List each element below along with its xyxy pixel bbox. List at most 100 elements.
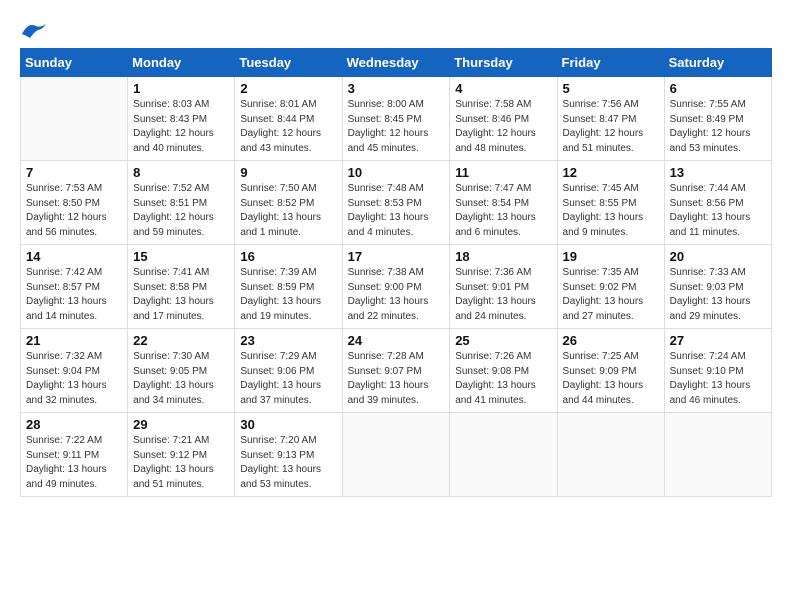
day-cell: 29 Sunrise: 7:21 AM Sunset: 9:12 PM Dayli… [128,413,235,497]
day-number: 2 [240,81,336,96]
day-cell: 18 Sunrise: 7:36 AM Sunset: 9:01 PM Dayli… [450,245,557,329]
week-row-5: 28 Sunrise: 7:22 AM Sunset: 9:11 PM Dayli… [21,413,772,497]
day-number: 23 [240,333,336,348]
week-row-2: 7 Sunrise: 7:53 AM Sunset: 8:50 PM Daylig… [21,161,772,245]
day-info: Sunrise: 7:36 AM Sunset: 9:01 PM Dayligh… [455,266,551,324]
day-cell: 11 Sunrise: 7:47 AM Sunset: 8:54 PM Dayli… [450,161,557,245]
day-cell [342,413,450,497]
week-row-3: 14 Sunrise: 7:42 AM Sunset: 8:57 PM Dayli… [21,245,772,329]
day-cell: 9 Sunrise: 7:50 AM Sunset: 8:52 PM Daylig… [235,161,342,245]
day-number: 17 [348,249,445,264]
day-number: 28 [26,417,122,432]
day-cell: 24 Sunrise: 7:28 AM Sunset: 9:07 PM Dayli… [342,329,450,413]
day-number: 11 [455,165,551,180]
day-number: 13 [670,165,766,180]
day-cell: 23 Sunrise: 7:29 AM Sunset: 9:06 PM Dayli… [235,329,342,413]
day-number: 27 [670,333,766,348]
week-row-1: 1Sunrise: 8:03 AM Sunset: 8:43 PM Daylig… [21,77,772,161]
day-cell: 25Sunrise: 7:26 AM Sunset: 9:08 PM Dayli… [450,329,557,413]
day-cell [21,77,128,161]
day-number: 10 [348,165,445,180]
day-info: Sunrise: 7:41 AM Sunset: 8:58 PM Dayligh… [133,266,229,324]
day-number: 12 [563,165,659,180]
day-info: Sunrise: 7:50 AM Sunset: 8:52 PM Dayligh… [240,182,336,240]
day-info: Sunrise: 7:21 AM Sunset: 9:12 PM Dayligh… [133,434,229,492]
day-cell: 3 Sunrise: 8:00 AM Sunset: 8:45 PM Daylig… [342,77,450,161]
day-info: Sunrise: 7:28 AM Sunset: 9:07 PM Dayligh… [348,350,445,408]
day-info: Sunrise: 7:48 AM Sunset: 8:53 PM Dayligh… [348,182,445,240]
week-row-4: 21Sunrise: 7:32 AM Sunset: 9:04 PM Dayli… [21,329,772,413]
day-cell: 1Sunrise: 8:03 AM Sunset: 8:43 PM Daylig… [128,77,235,161]
day-cell: 5Sunrise: 7:56 AM Sunset: 8:47 PM Daylig… [557,77,664,161]
day-number: 9 [240,165,336,180]
day-number: 7 [26,165,122,180]
header-monday: Monday [128,49,235,77]
header-friday: Friday [557,49,664,77]
day-info: Sunrise: 7:29 AM Sunset: 9:06 PM Dayligh… [240,350,336,408]
day-info: Sunrise: 8:01 AM Sunset: 8:44 PM Dayligh… [240,98,336,156]
day-number: 24 [348,333,445,348]
day-info: Sunrise: 7:39 AM Sunset: 8:59 PM Dayligh… [240,266,336,324]
logo-icon [20,20,48,40]
day-info: Sunrise: 7:58 AM Sunset: 8:46 PM Dayligh… [455,98,551,156]
day-cell: 28 Sunrise: 7:22 AM Sunset: 9:11 PM Dayli… [21,413,128,497]
header-tuesday: Tuesday [235,49,342,77]
day-cell: 15 Sunrise: 7:41 AM Sunset: 8:58 PM Dayli… [128,245,235,329]
day-info: Sunrise: 7:55 AM Sunset: 8:49 PM Dayligh… [670,98,766,156]
day-number: 6 [670,81,766,96]
day-number: 8 [133,165,229,180]
day-info: Sunrise: 7:47 AM Sunset: 8:54 PM Dayligh… [455,182,551,240]
day-cell: 7 Sunrise: 7:53 AM Sunset: 8:50 PM Daylig… [21,161,128,245]
day-number: 30 [240,417,336,432]
day-number: 1 [133,81,229,96]
header-sunday: Sunday [21,49,128,77]
logo [20,20,52,40]
day-cell: 6 Sunrise: 7:55 AM Sunset: 8:49 PM Daylig… [664,77,771,161]
day-cell [450,413,557,497]
day-info: Sunrise: 7:45 AM Sunset: 8:55 PM Dayligh… [563,182,659,240]
header-thursday: Thursday [450,49,557,77]
day-info: Sunrise: 7:42 AM Sunset: 8:57 PM Dayligh… [26,266,122,324]
day-number: 3 [348,81,445,96]
day-cell: 26 Sunrise: 7:25 AM Sunset: 9:09 PM Dayli… [557,329,664,413]
calendar: SundayMondayTuesdayWednesdayThursdayFrid… [20,48,772,497]
day-info: Sunrise: 7:20 AM Sunset: 9:13 PM Dayligh… [240,434,336,492]
day-info: Sunrise: 7:32 AM Sunset: 9:04 PM Dayligh… [26,350,122,408]
day-cell: 13 Sunrise: 7:44 AM Sunset: 8:56 PM Dayli… [664,161,771,245]
day-cell: 19 Sunrise: 7:35 AM Sunset: 9:02 PM Dayli… [557,245,664,329]
day-cell: 30 Sunrise: 7:20 AM Sunset: 9:13 PM Dayli… [235,413,342,497]
day-cell [664,413,771,497]
day-info: Sunrise: 7:44 AM Sunset: 8:56 PM Dayligh… [670,182,766,240]
day-info: Sunrise: 7:26 AM Sunset: 9:08 PM Dayligh… [455,350,551,408]
day-info: Sunrise: 8:00 AM Sunset: 8:45 PM Dayligh… [348,98,445,156]
day-number: 20 [670,249,766,264]
day-info: Sunrise: 7:22 AM Sunset: 9:11 PM Dayligh… [26,434,122,492]
day-info: Sunrise: 7:30 AM Sunset: 9:05 PM Dayligh… [133,350,229,408]
day-info: Sunrise: 7:35 AM Sunset: 9:02 PM Dayligh… [563,266,659,324]
day-number: 15 [133,249,229,264]
day-number: 14 [26,249,122,264]
day-cell: 20 Sunrise: 7:33 AM Sunset: 9:03 PM Dayli… [664,245,771,329]
day-cell: 4 Sunrise: 7:58 AM Sunset: 8:46 PM Daylig… [450,77,557,161]
day-info: Sunrise: 7:33 AM Sunset: 9:03 PM Dayligh… [670,266,766,324]
day-cell: 27 Sunrise: 7:24 AM Sunset: 9:10 PM Dayli… [664,329,771,413]
day-number: 4 [455,81,551,96]
day-cell: 17Sunrise: 7:38 AM Sunset: 9:00 PM Dayli… [342,245,450,329]
day-info: Sunrise: 7:53 AM Sunset: 8:50 PM Dayligh… [26,182,122,240]
day-number: 19 [563,249,659,264]
day-number: 22 [133,333,229,348]
header-wednesday: Wednesday [342,49,450,77]
day-info: Sunrise: 7:56 AM Sunset: 8:47 PM Dayligh… [563,98,659,156]
day-number: 29 [133,417,229,432]
day-info: Sunrise: 7:52 AM Sunset: 8:51 PM Dayligh… [133,182,229,240]
day-info: Sunrise: 7:24 AM Sunset: 9:10 PM Dayligh… [670,350,766,408]
day-number: 16 [240,249,336,264]
header-saturday: Saturday [664,49,771,77]
day-cell: 8 Sunrise: 7:52 AM Sunset: 8:51 PM Daylig… [128,161,235,245]
day-cell [557,413,664,497]
day-cell: 2 Sunrise: 8:01 AM Sunset: 8:44 PM Daylig… [235,77,342,161]
day-number: 26 [563,333,659,348]
day-number: 18 [455,249,551,264]
day-info: Sunrise: 7:25 AM Sunset: 9:09 PM Dayligh… [563,350,659,408]
day-cell: 16 Sunrise: 7:39 AM Sunset: 8:59 PM Dayli… [235,245,342,329]
